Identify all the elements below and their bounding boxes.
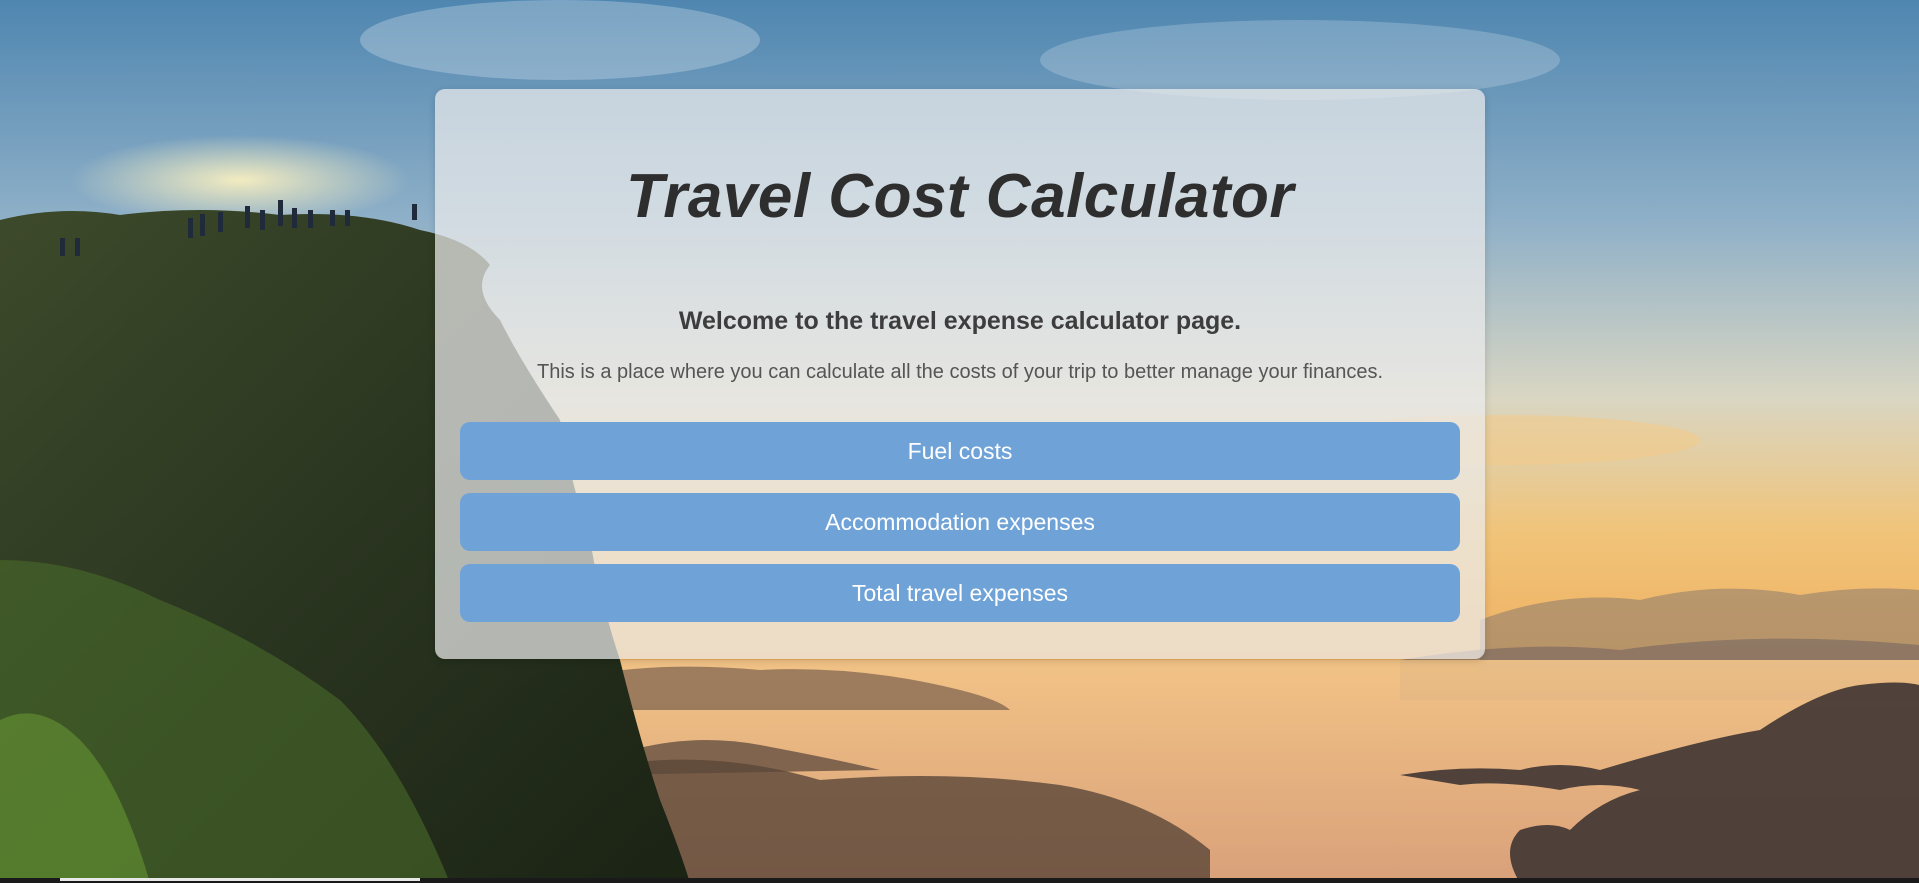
accommodation-expenses-button[interactable]: Accommodation expenses [460,493,1460,551]
page-description: This is a place where you can calculate … [537,361,1383,383]
calculator-card: Travel Cost Calculator Welcome to the tr… [435,89,1485,659]
scrollbar-thumb[interactable] [60,878,420,881]
welcome-heading: Welcome to the travel expense calculator… [678,307,1242,335]
page-title: Travel Cost Calculator [626,162,1294,231]
horizontal-scrollbar[interactable] [0,878,1919,883]
fuel-costs-button[interactable]: Fuel costs [460,422,1460,480]
total-travel-expenses-button[interactable]: Total travel expenses [460,564,1460,622]
